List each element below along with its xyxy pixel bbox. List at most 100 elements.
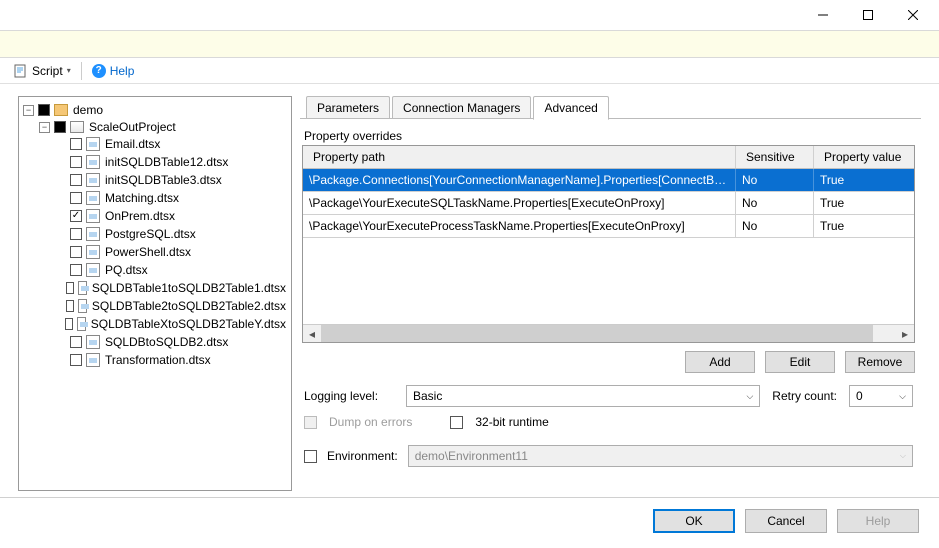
- tab-label: Connection Managers: [403, 101, 520, 115]
- tree-label: demo: [72, 102, 104, 118]
- tree-node-package[interactable]: initSQLDBTable3.dtsx: [55, 172, 287, 188]
- edit-button[interactable]: Edit: [765, 351, 835, 373]
- tree-checkbox[interactable]: [70, 210, 82, 222]
- button-label: Edit: [790, 355, 811, 369]
- tree-node-folder[interactable]: − demo: [23, 102, 287, 118]
- grid-col-property-path[interactable]: Property path: [303, 146, 736, 168]
- scroll-track[interactable]: [321, 325, 896, 342]
- package-icon: [86, 155, 100, 169]
- collapse-icon[interactable]: −: [39, 122, 50, 133]
- chevron-down-icon: ▾: [67, 66, 71, 75]
- tree-node-package[interactable]: OnPrem.dtsx: [55, 208, 287, 224]
- tab-parameters[interactable]: Parameters: [306, 96, 390, 119]
- scroll-right-icon[interactable]: ▸: [896, 325, 914, 342]
- grid-col-sensitive[interactable]: Sensitive: [736, 146, 814, 168]
- tree-checkbox[interactable]: [70, 246, 82, 258]
- tree-node-package[interactable]: initSQLDBTable12.dtsx: [55, 154, 287, 170]
- package-icon: [86, 209, 100, 223]
- cell-property-path: \Package\YourExecuteSQLTaskName.Properti…: [303, 192, 736, 214]
- overrides-header: Property overrides: [302, 125, 915, 145]
- maximize-icon: [863, 10, 873, 20]
- tree-node-package[interactable]: SQLDBTable1toSQLDB2Table1.dtsx: [55, 280, 287, 296]
- tree-label: SQLDBTable2toSQLDB2Table2.dtsx: [91, 298, 287, 314]
- tree-node-package[interactable]: Email.dtsx: [55, 136, 287, 152]
- package-icon: [78, 281, 87, 295]
- help-button[interactable]: Help: [837, 509, 919, 533]
- scroll-thumb[interactable]: [321, 325, 873, 342]
- tree-checkbox[interactable]: [70, 354, 82, 366]
- ok-button[interactable]: OK: [653, 509, 735, 533]
- table-row[interactable]: \Package.Connections[YourConnectionManag…: [303, 169, 914, 192]
- help-toolbar-button[interactable]: ? Help: [88, 62, 139, 80]
- runtime-32bit-label: 32-bit runtime: [475, 415, 548, 429]
- table-row[interactable]: \Package\YourExecuteProcessTaskName.Prop…: [303, 215, 914, 238]
- tree-label: Email.dtsx: [104, 136, 161, 152]
- environment-checkbox[interactable]: [304, 450, 317, 463]
- tree-checkbox[interactable]: [38, 104, 50, 116]
- tree-checkbox[interactable]: [70, 138, 82, 150]
- package-icon: [86, 353, 100, 367]
- tree-checkbox[interactable]: [70, 228, 82, 240]
- package-icon: [78, 299, 87, 313]
- tree-checkbox[interactable]: [70, 192, 82, 204]
- package-icon: [86, 173, 100, 187]
- script-dropdown[interactable]: Script ▾: [10, 62, 75, 80]
- tree-checkbox[interactable]: [65, 318, 73, 330]
- select-value: Basic: [413, 389, 442, 403]
- cell-sensitive: No: [736, 215, 814, 237]
- maximize-button[interactable]: [845, 1, 890, 29]
- tree-node-project[interactable]: − ScaleOutProject: [39, 119, 287, 135]
- tree-label: initSQLDBTable3.dtsx: [104, 172, 223, 188]
- tree-node-package[interactable]: SQLDBTable2toSQLDB2Table2.dtsx: [55, 298, 287, 314]
- bottom-bar: OK Cancel Help: [0, 498, 939, 548]
- tree-checkbox[interactable]: [54, 121, 66, 133]
- horizontal-scrollbar[interactable]: ◂ ▸: [303, 324, 914, 342]
- cell-property-value: True: [814, 192, 914, 214]
- tree-label: Transformation.dtsx: [104, 352, 212, 368]
- package-icon: [86, 335, 100, 349]
- package-icon: [86, 191, 100, 205]
- toolbar: Script ▾ ? Help: [0, 58, 939, 84]
- close-button[interactable]: [890, 1, 935, 29]
- logging-retry-row: Logging level: Basic ⌵ Retry count: 0 ⌵: [302, 381, 915, 411]
- tree-node-package[interactable]: Matching.dtsx: [55, 190, 287, 206]
- minimize-button[interactable]: [800, 1, 845, 29]
- table-row[interactable]: \Package\YourExecuteSQLTaskName.Properti…: [303, 192, 914, 215]
- package-icon: [86, 245, 100, 259]
- logging-level-select[interactable]: Basic ⌵: [406, 385, 760, 407]
- button-label: Help: [866, 514, 891, 528]
- add-button[interactable]: Add: [685, 351, 755, 373]
- property-overrides-grid[interactable]: Property path Sensitive Property value \…: [302, 145, 915, 343]
- collapse-icon[interactable]: −: [23, 105, 34, 116]
- grid-col-property-value[interactable]: Property value: [814, 146, 914, 168]
- cell-property-value: True: [814, 215, 914, 237]
- tree-node-package[interactable]: PostgreSQL.dtsx: [55, 226, 287, 242]
- tab-connection-managers[interactable]: Connection Managers: [392, 96, 531, 119]
- button-label: Add: [709, 355, 730, 369]
- tree-checkbox[interactable]: [66, 282, 74, 294]
- tree-checkbox[interactable]: [70, 156, 82, 168]
- tree-label: SQLDBTable1toSQLDB2Table1.dtsx: [91, 280, 287, 296]
- retry-count-select[interactable]: 0 ⌵: [849, 385, 913, 407]
- tree-node-package[interactable]: SQLDBTableXtoSQLDB2TableY.dtsx: [55, 316, 287, 332]
- tree-node-package[interactable]: PowerShell.dtsx: [55, 244, 287, 260]
- tree-checkbox[interactable]: [66, 300, 74, 312]
- tree-node-package[interactable]: Transformation.dtsx: [55, 352, 287, 368]
- cancel-button[interactable]: Cancel: [745, 509, 827, 533]
- tree-panel[interactable]: − demo − ScaleOutProject: [18, 96, 292, 491]
- package-icon: [77, 317, 86, 331]
- tree-checkbox[interactable]: [70, 336, 82, 348]
- environment-select: demo\Environment11 ⌵: [408, 445, 913, 467]
- cell-sensitive: No: [736, 192, 814, 214]
- grid-header: Property path Sensitive Property value: [303, 146, 914, 169]
- tab-advanced[interactable]: Advanced: [533, 96, 608, 120]
- help-label: Help: [110, 64, 135, 78]
- tree-node-package[interactable]: SQLDBtoSQLDB2.dtsx: [55, 334, 287, 350]
- close-icon: [908, 10, 918, 20]
- runtime-32bit-checkbox[interactable]: [450, 416, 463, 429]
- scroll-left-icon[interactable]: ◂: [303, 325, 321, 342]
- remove-button[interactable]: Remove: [845, 351, 915, 373]
- tree-checkbox[interactable]: [70, 264, 82, 276]
- tree-checkbox[interactable]: [70, 174, 82, 186]
- tree-node-package[interactable]: PQ.dtsx: [55, 262, 287, 278]
